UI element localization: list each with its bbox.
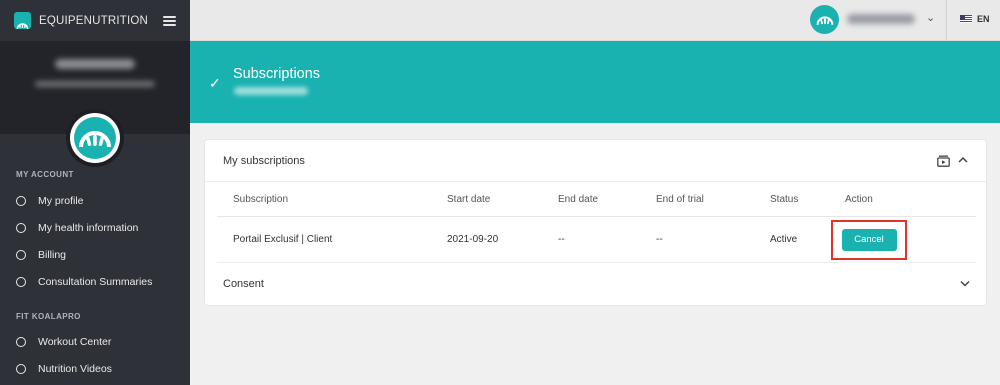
- chevron-down-icon[interactable]: ⌄: [926, 11, 935, 24]
- column-header: End date: [558, 193, 599, 205]
- sidebar-section-fit-koalapro: FIT KOALAPRO: [16, 312, 81, 321]
- sidebar-item-health-information[interactable]: My health information: [16, 222, 138, 234]
- page-banner: ✓ Subscriptions: [190, 41, 1000, 123]
- sidebar-item-workout-center[interactable]: Workout Center: [16, 336, 111, 348]
- koala-logo-icon: [816, 15, 833, 25]
- avatar[interactable]: [66, 109, 124, 167]
- highlight-box: Cancel: [831, 219, 907, 260]
- sidebar-item-consultation-summaries[interactable]: Consultation Summaries: [16, 276, 152, 288]
- subscription-cell: Portail Exclusif | Client: [233, 234, 333, 245]
- circle-bullet-icon: [16, 277, 26, 287]
- column-header: End of trial: [656, 193, 704, 205]
- us-flag-icon: [960, 15, 972, 23]
- start-date-cell: 2021-09-20: [447, 234, 499, 245]
- sidebar-item-nutrition-videos[interactable]: Nutrition Videos: [16, 363, 112, 375]
- koala-logo-icon: [74, 117, 116, 159]
- column-header: Subscription: [233, 193, 289, 205]
- sidebar-item-label: Workout Center: [38, 336, 112, 348]
- blurred-user-name[interactable]: [847, 14, 915, 24]
- sidebar-item-label: Billing: [38, 249, 67, 261]
- sidebar-profile: [0, 41, 190, 167]
- table-row: Portail Exclusif | Client 2021-09-20 -- …: [217, 217, 976, 263]
- consent-title: Consent: [223, 278, 264, 290]
- sidebar-item-label: Nutrition Videos: [38, 363, 112, 375]
- sidebar: EQUIPENUTRITION MY ACCOUNT My profile My…: [0, 0, 190, 385]
- table-header-row: Subscription Start date End date End of …: [217, 182, 976, 217]
- chevron-down-icon[interactable]: [960, 279, 970, 290]
- sidebar-item-label: Consultation Summaries: [38, 276, 153, 288]
- blurred-subtitle: [234, 87, 308, 95]
- page-title: Subscriptions: [233, 66, 321, 82]
- chevron-up-icon[interactable]: [958, 155, 968, 166]
- status-cell: Active: [770, 234, 798, 245]
- action-cell: Cancel: [829, 219, 976, 260]
- video-list-icon[interactable]: [937, 155, 950, 167]
- circle-bullet-icon: [16, 196, 26, 206]
- top-bar: ⌄ EN: [190, 0, 1000, 41]
- cancel-button[interactable]: Cancel: [841, 228, 897, 251]
- sidebar-item-billing[interactable]: Billing: [16, 249, 66, 261]
- sidebar-section-my-account: MY ACCOUNT: [16, 170, 74, 179]
- check-icon: ✓: [209, 75, 221, 91]
- subscriptions-table: Subscription Start date End date End of …: [217, 182, 976, 263]
- subscriptions-card: My subscriptions Subscription Start date…: [205, 140, 986, 305]
- language-label: EN: [977, 14, 990, 24]
- end-of-trial-cell: --: [656, 234, 663, 245]
- divider: [946, 0, 947, 41]
- column-header: Start date: [447, 193, 491, 205]
- brand-logo-icon[interactable]: [14, 12, 31, 29]
- consent-section-header[interactable]: Consent: [205, 263, 986, 305]
- blurred-user-email: [35, 81, 155, 87]
- card-header: My subscriptions: [205, 140, 986, 182]
- sidebar-item-my-profile[interactable]: My profile: [16, 195, 84, 207]
- column-header: Action: [845, 193, 873, 205]
- column-header: Status: [770, 193, 799, 205]
- sidebar-header: EQUIPENUTRITION: [0, 0, 190, 41]
- card-title: My subscriptions: [223, 154, 305, 167]
- blurred-user-name: [55, 59, 135, 69]
- language-selector[interactable]: EN: [960, 14, 990, 24]
- card-tools: [937, 155, 968, 167]
- user-avatar[interactable]: [810, 5, 839, 34]
- sidebar-item-label: My health information: [38, 222, 139, 234]
- sidebar-item-label: My profile: [38, 195, 84, 207]
- circle-bullet-icon: [16, 364, 26, 374]
- circle-bullet-icon: [16, 250, 26, 260]
- circle-bullet-icon: [16, 337, 26, 347]
- end-date-cell: --: [558, 234, 565, 245]
- brand-name: EQUIPENUTRITION: [39, 14, 149, 27]
- hamburger-menu-icon[interactable]: [163, 15, 176, 26]
- circle-bullet-icon: [16, 223, 26, 233]
